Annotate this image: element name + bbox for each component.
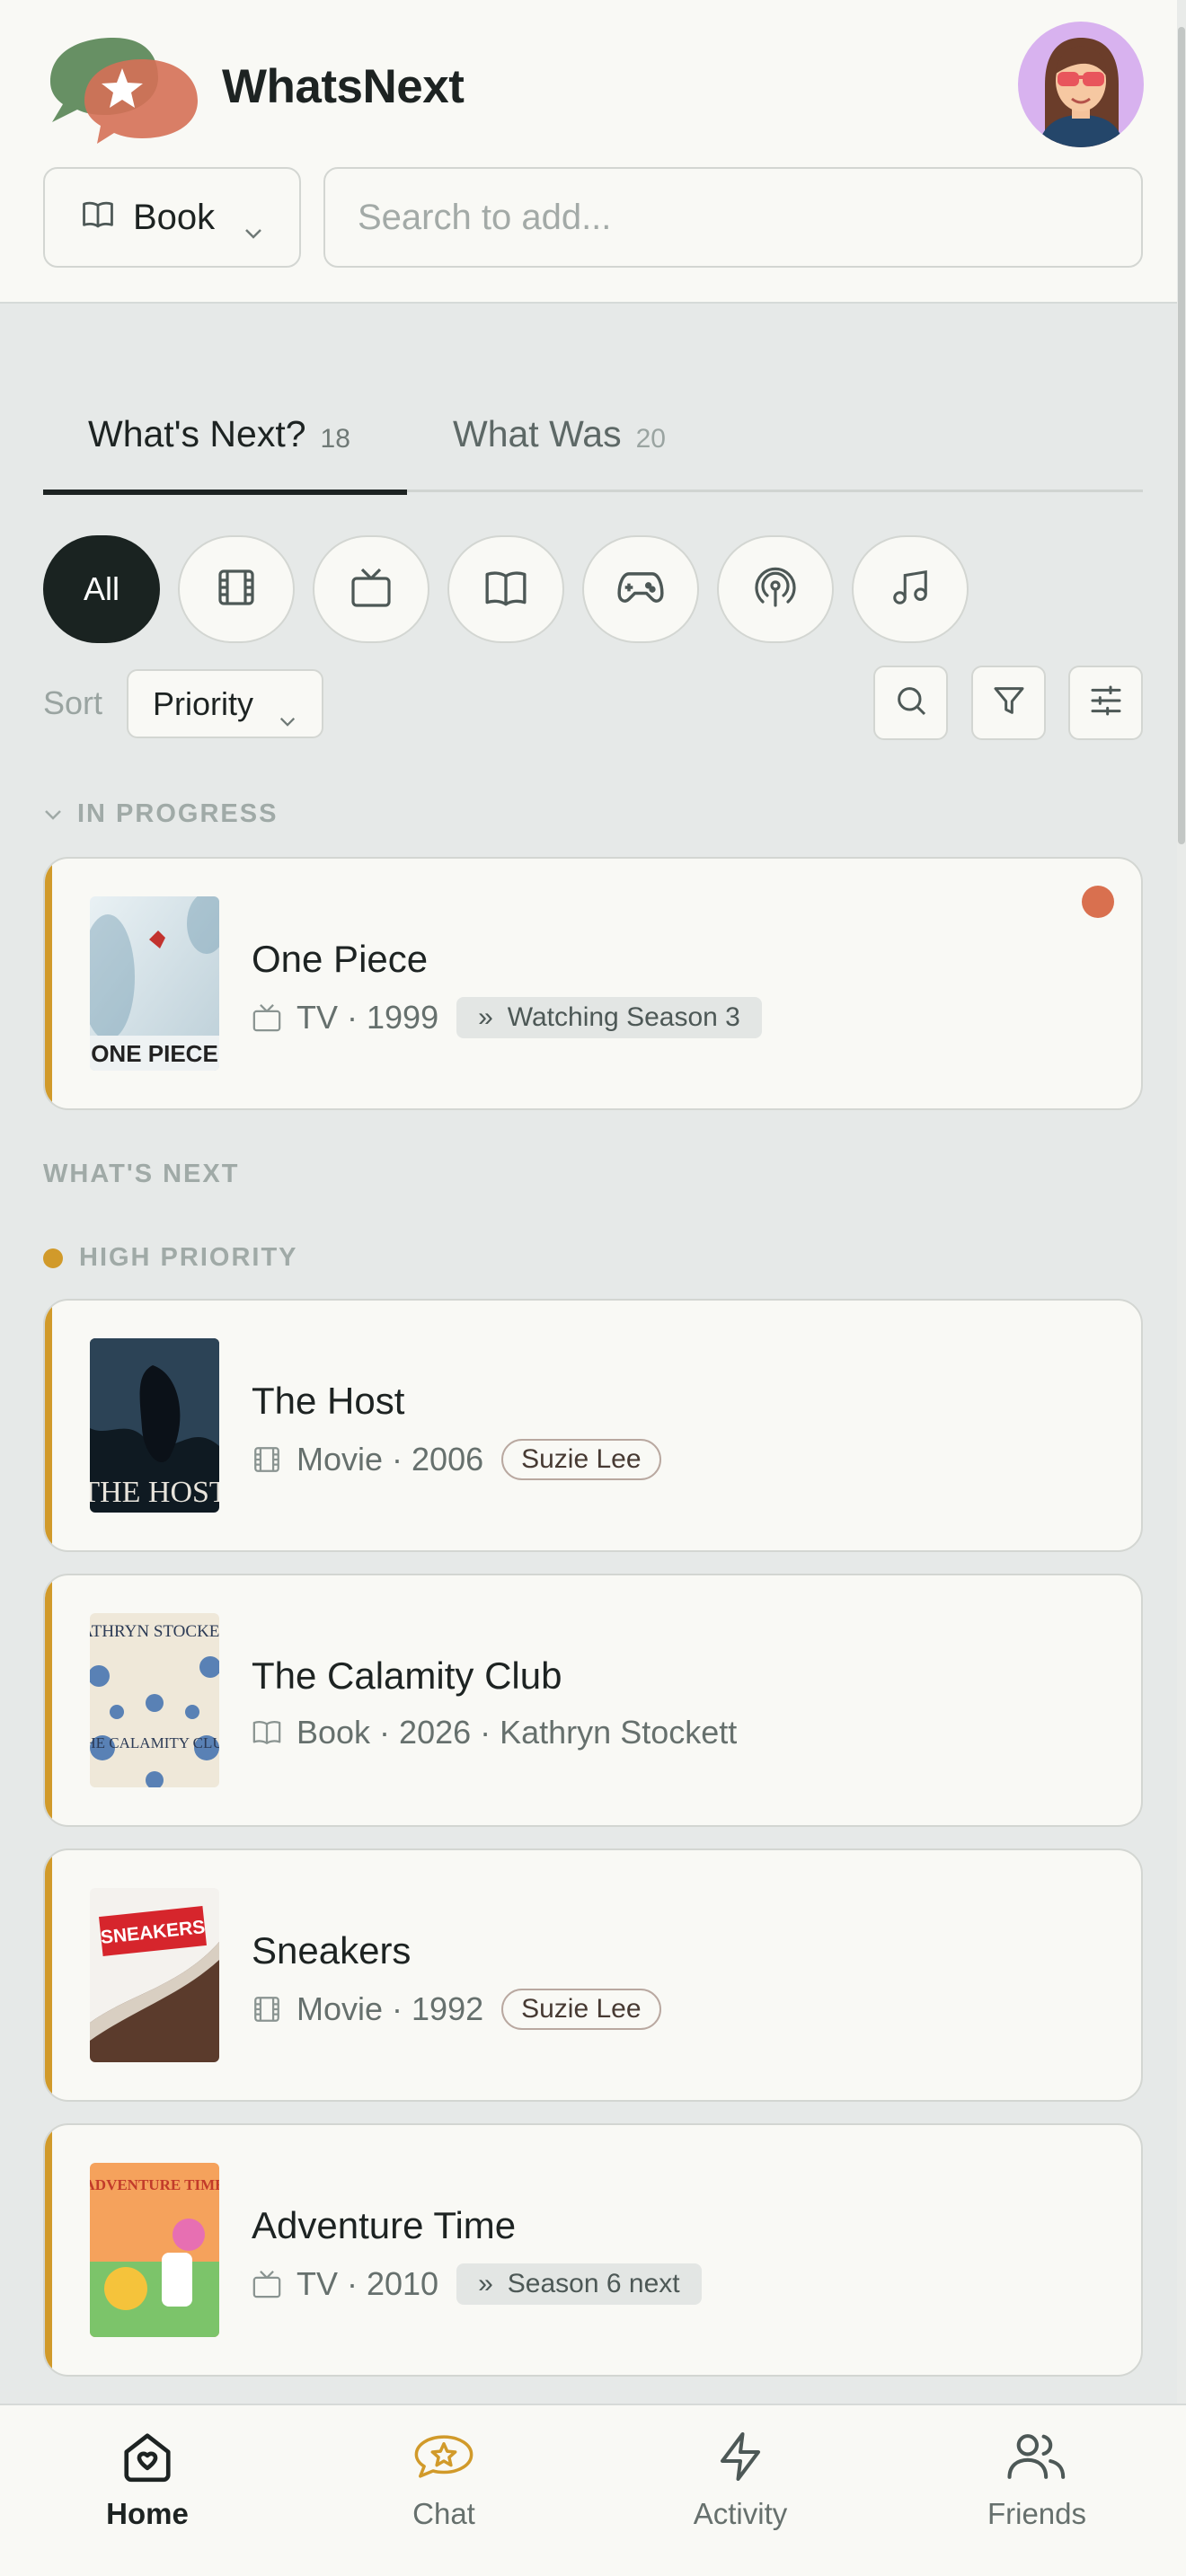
item-meta: TV · 2010 » Season 6 next: [252, 2263, 702, 2305]
sort-value: Priority: [153, 684, 254, 722]
svg-text:KATHRYN STOCKETT: KATHRYN STOCKETT: [90, 1622, 219, 1641]
priority-accent: [45, 1301, 52, 1550]
podcast-icon: [754, 565, 797, 614]
tab-count: 20: [635, 424, 666, 454]
filter-all[interactable]: All: [43, 535, 160, 643]
bottom-nav: Home Chat Activity Friends: [0, 2404, 1186, 2576]
nav-chat[interactable]: Chat: [354, 2405, 534, 2576]
tv-icon: [349, 566, 394, 613]
list-item-the-calamity-club[interactable]: KATHRYN STOCKETT THE CALAMITY CLUB The C…: [43, 1574, 1143, 1827]
media-type-select[interactable]: Book: [43, 167, 301, 268]
scrollbar[interactable]: [1177, 0, 1186, 2576]
filter-music[interactable]: [852, 535, 969, 643]
view-options-button[interactable]: [1068, 666, 1143, 740]
list-item-adventure-time[interactable]: ADVENTURE TIME Adventure Time TV · 2010 …: [43, 2123, 1143, 2377]
search-input[interactable]: [323, 167, 1143, 268]
tv-icon: [252, 2269, 282, 2299]
book-icon: [483, 567, 528, 613]
book-icon: [252, 1717, 282, 1748]
chat-icon: [412, 2425, 475, 2488]
item-title: The Calamity Club: [252, 1654, 562, 1697]
sort-select[interactable]: Priority: [127, 669, 323, 738]
list-item-one-piece[interactable]: ONE PIECE One Piece TV · 1999 » Watching …: [43, 857, 1143, 1110]
poster-adventure-time: ADVENTURE TIME: [90, 2163, 219, 2337]
film-icon: [252, 1994, 282, 2025]
chevron-down-icon: [43, 808, 63, 821]
list-item-sneakers[interactable]: SNEAKERS Sneakers Movie · 1992 Suzie Lee: [43, 1848, 1143, 2102]
svg-text:ONE PIECE: ONE PIECE: [91, 1040, 218, 1067]
sliders-icon: [1087, 683, 1125, 723]
tv-icon: [252, 1002, 282, 1033]
avatar[interactable]: [1018, 22, 1144, 147]
priority-accent: [45, 1575, 52, 1825]
nav-home[interactable]: Home: [58, 2405, 237, 2576]
item-title: Sneakers: [252, 1929, 412, 1972]
friends-icon: [1005, 2425, 1068, 2488]
list-tabs: What's Next? 18 What Was 20: [43, 395, 1143, 495]
priority-dot: [43, 1248, 63, 1268]
recommended-by-tag[interactable]: Suzie Lee: [501, 1439, 661, 1480]
section-in-progress[interactable]: IN PROGRESS: [43, 799, 278, 829]
filter-books[interactable]: [447, 535, 564, 643]
progress-badge: » Watching Season 3: [456, 997, 762, 1038]
app-header: WhatsNext Book: [0, 0, 1177, 304]
item-meta: TV · 1999 » Watching Season 3: [252, 997, 762, 1038]
nav-friends[interactable]: Friends: [947, 2405, 1127, 2576]
item-meta: Book · 2026 · Kathryn Stockett: [252, 1714, 737, 1751]
filter-podcasts[interactable]: [717, 535, 834, 643]
chevron-down-icon: [243, 208, 263, 249]
poster-one-piece: ONE PIECE: [90, 896, 219, 1071]
list-item-the-host[interactable]: THE HOST The Host Movie · 2006 Suzie Lee: [43, 1299, 1143, 1552]
priority-accent: [45, 1850, 52, 2100]
svg-text:THE HOST: THE HOST: [90, 1476, 219, 1509]
filter-movies[interactable]: [178, 535, 295, 643]
filter-tv[interactable]: [313, 535, 429, 643]
app-brand: WhatsNext: [222, 60, 465, 113]
item-title: One Piece: [252, 938, 429, 980]
progress-badge: » Season 6 next: [456, 2263, 702, 2305]
book-icon: [81, 198, 115, 238]
lightning-icon: [709, 2425, 772, 2488]
svg-text:THE CALAMITY CLUB: THE CALAMITY CLUB: [90, 1734, 219, 1751]
item-meta: Movie · 1992 Suzie Lee: [252, 1989, 661, 2030]
section-high-priority: HIGH PRIORITY: [43, 1243, 298, 1273]
home-icon: [116, 2425, 179, 2488]
search-icon: [893, 683, 929, 723]
media-type-value: Book: [133, 197, 216, 237]
music-icon: [890, 566, 931, 613]
funnel-icon: [991, 683, 1027, 723]
search-button[interactable]: [873, 666, 948, 740]
tab-whats-next[interactable]: What's Next? 18: [43, 413, 407, 495]
nav-activity[interactable]: Activity: [651, 2405, 830, 2576]
tab-count: 18: [320, 424, 350, 454]
filter-button[interactable]: [971, 666, 1046, 740]
poster-sneakers: SNEAKERS: [90, 1888, 219, 2062]
item-title: The Host: [252, 1380, 405, 1422]
svg-text:ADVENTURE TIME: ADVENTURE TIME: [90, 2176, 219, 2193]
gamepad-icon: [617, 568, 664, 612]
poster-the-host: THE HOST: [90, 1338, 219, 1513]
poster-the-calamity-club: KATHRYN STOCKETT THE CALAMITY CLUB: [90, 1613, 219, 1787]
sort-label: Sort: [43, 684, 103, 721]
item-meta: Movie · 2006 Suzie Lee: [252, 1439, 661, 1480]
filter-games[interactable]: [582, 535, 699, 643]
unread-dot: [1082, 886, 1114, 918]
priority-accent: [45, 859, 52, 1108]
app-logo[interactable]: [41, 32, 203, 149]
item-title: Adventure Time: [252, 2204, 517, 2246]
tab-what-was[interactable]: What Was 20: [453, 413, 666, 492]
priority-accent: [45, 2125, 52, 2375]
film-icon: [215, 566, 258, 613]
section-whats-next: WHAT'S NEXT: [43, 1160, 240, 1188]
film-icon: [252, 1444, 282, 1475]
chevron-down-icon: [279, 698, 296, 736]
recommended-by-tag[interactable]: Suzie Lee: [501, 1989, 661, 2030]
